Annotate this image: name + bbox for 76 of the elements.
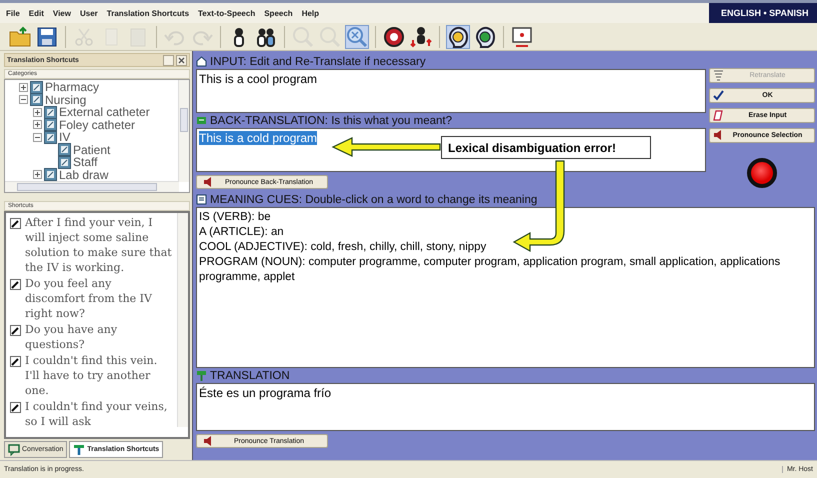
speaker-icon [203, 436, 213, 446]
note-icon [10, 218, 21, 229]
speaker-icon [713, 130, 724, 141]
expand-icon[interactable] [19, 82, 28, 92]
menu-item[interactable]: View [52, 8, 71, 18]
note-icon [10, 279, 21, 290]
meaning-line[interactable]: IS (VERB): be [199, 210, 812, 225]
ear-icon [474, 26, 496, 48]
scrollbar[interactable] [5, 181, 179, 192]
shortcut-item[interactable]: I couldn't find your veins, so I will ask [25, 399, 174, 429]
menu-item[interactable]: Translation Shortcuts [106, 8, 190, 18]
scrollbar[interactable] [178, 80, 189, 182]
close-button[interactable] [176, 54, 187, 66]
people-icon [255, 26, 277, 48]
scissors-icon [73, 26, 95, 48]
stop-icon [383, 26, 405, 48]
save-icon [36, 26, 58, 48]
callout-label: Lexical disambiguation error! [441, 136, 651, 159]
menu-item[interactable]: Help [302, 8, 320, 18]
magnifier-icon [346, 26, 368, 48]
save-button[interactable] [35, 24, 59, 48]
note-icon [10, 325, 21, 336]
ear-button[interactable] [446, 24, 470, 48]
speaker-icon [203, 177, 213, 187]
person-arrows-button[interactable] [409, 24, 433, 48]
meaning-line[interactable]: A (ARTICLE): an [199, 225, 812, 240]
input-field[interactable]: This is a cool program [196, 69, 706, 113]
expand-icon[interactable] [33, 120, 42, 130]
tree-item[interactable]: Lab draw [59, 168, 108, 182]
tree-item[interactable]: Staff [73, 155, 98, 170]
section-title: MEANING CUES: Double-click on a word to change its meaning [210, 194, 538, 206]
eraser-icon [713, 110, 724, 121]
menu-item[interactable]: Text-to-Speech [198, 8, 256, 18]
shortcut-item[interactable]: After I find your vein, I will inject some saline solution to make sure that the IV is working. [25, 215, 174, 275]
section-title: TRANSLATION [210, 370, 290, 382]
monitor-icon [511, 26, 533, 48]
menu-item[interactable]: File [6, 8, 20, 18]
tree-item[interactable]: Patient [73, 142, 110, 157]
ear-icon [447, 26, 469, 48]
filter-icon [713, 70, 724, 81]
tree-item[interactable]: Foley catheter [59, 118, 136, 132]
expand-icon[interactable] [33, 170, 42, 180]
tree-item[interactable]: IV [59, 130, 70, 144]
selected-text: This is a cold program [199, 131, 318, 145]
scrollbar[interactable] [177, 213, 188, 427]
tree-item[interactable]: External catheter [59, 105, 150, 120]
translation-field: Éste es un programa frío [196, 383, 815, 431]
note-icon [10, 402, 21, 413]
ear-button[interactable] [473, 24, 497, 48]
magnifier-button[interactable] [345, 24, 369, 48]
menu-item[interactable]: Speech [264, 8, 293, 18]
section-title: BACK-TRANSLATION: Is this what you meant? [210, 114, 452, 126]
speech-bubble-icon [8, 444, 20, 456]
shortcut-item[interactable]: Do you have any questions? [25, 322, 174, 352]
monitor-button[interactable] [510, 24, 534, 48]
section-title: INPUT: Edit and Re-Translate if necessary [210, 56, 426, 68]
language-label: ENGLISH • SPANISH [709, 3, 817, 23]
document-icon [196, 194, 207, 205]
menu-item[interactable]: User [80, 8, 98, 18]
person-arrows-icon [410, 26, 432, 48]
shortcut-icon [73, 444, 86, 456]
tree-item[interactable]: Pharmacy [45, 80, 100, 94]
note-icon [10, 356, 21, 367]
record-button[interactable] [747, 158, 777, 188]
shortcut-item[interactable]: I couldn't find this vein. I'll have to try another one. [25, 353, 174, 398]
tree-item[interactable]: Nursing [45, 92, 86, 107]
menu-item[interactable]: Edit [28, 8, 44, 18]
meaning-line[interactable]: PROGRAM (NOUN): computer programme, computer program, application program, small application, applications programme, applet [199, 255, 812, 285]
collapse-icon[interactable] [19, 95, 28, 104]
checkmark-icon [713, 90, 724, 101]
home-icon [196, 56, 207, 67]
expand-icon[interactable] [33, 108, 42, 117]
shortcut-item[interactable]: Do you feel any discomfort from the IV right now? [25, 276, 174, 321]
stop-button[interactable] [382, 24, 406, 48]
meaning-line[interactable]: COOL (ADJECTIVE): cold, fresh, chilly, chill, stony, nippy [199, 240, 812, 255]
collapse-icon[interactable] [33, 132, 42, 142]
